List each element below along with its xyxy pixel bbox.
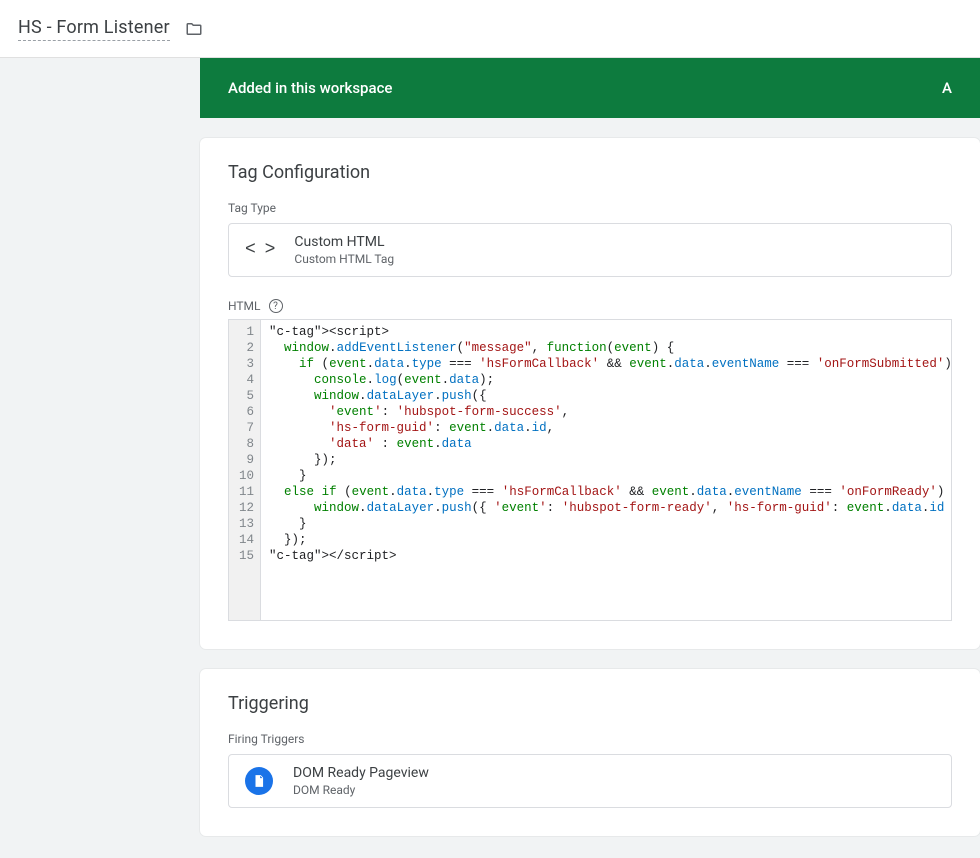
triggering-heading: Triggering [228, 693, 952, 714]
tag-configuration-card[interactable]: Tag Configuration Tag Type < > Custom HT… [200, 138, 980, 649]
tag-type-label: Tag Type [228, 201, 952, 215]
html-label: HTML [228, 299, 261, 313]
firing-triggers-label: Firing Triggers [228, 732, 952, 746]
app-header: HS - Form Listener [0, 0, 980, 58]
workspace-banner: Added in this workspace A [200, 58, 980, 118]
banner-action[interactable]: A [942, 79, 952, 97]
triggering-card[interactable]: Triggering Firing Triggers DOM Ready Pag… [200, 669, 980, 836]
code-brackets-icon: < > [245, 240, 274, 260]
trigger-item[interactable]: DOM Ready Pageview DOM Ready [228, 754, 952, 808]
banner-text: Added in this workspace [228, 79, 392, 97]
tag-type-sub: Custom HTML Tag [294, 252, 394, 266]
trigger-type: DOM Ready [293, 783, 429, 797]
tag-title[interactable]: HS - Form Listener [18, 17, 170, 41]
html-code-editor[interactable]: 123456789101112131415 "c-tag"><script> w… [228, 319, 952, 621]
tag-config-heading: Tag Configuration [228, 162, 952, 183]
folder-icon[interactable] [184, 20, 204, 38]
code-gutter: 123456789101112131415 [229, 320, 261, 620]
help-icon[interactable]: ? [269, 299, 283, 313]
tag-type-name: Custom HTML [294, 234, 394, 250]
tag-type-selector[interactable]: < > Custom HTML Custom HTML Tag [228, 223, 952, 277]
dom-ready-icon [245, 767, 273, 795]
content-stage: Added in this workspace A Tag Configurat… [0, 58, 980, 858]
trigger-name: DOM Ready Pageview [293, 765, 429, 781]
code-content[interactable]: "c-tag"><script> window.addEventListener… [261, 320, 951, 620]
